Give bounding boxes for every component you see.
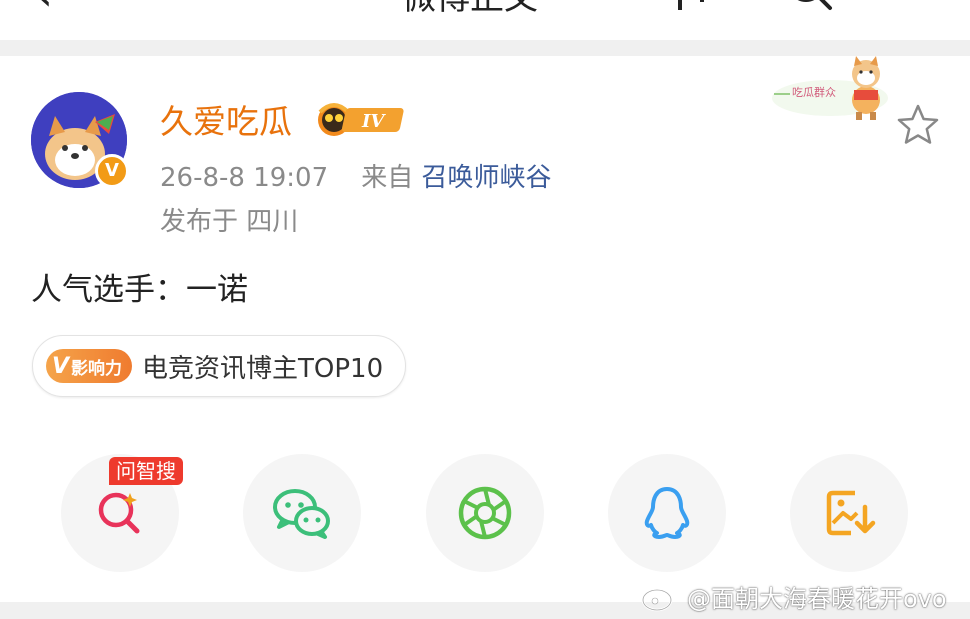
qq-share-button[interactable] — [608, 454, 726, 572]
save-image-button[interactable] — [790, 454, 908, 572]
wechat-share-button[interactable] — [243, 454, 361, 572]
moments-icon — [458, 486, 512, 540]
wechat-icon — [273, 489, 330, 539]
decoration-sticker: 吃瓜群众 — [772, 56, 888, 120]
save-image-icon — [826, 490, 876, 536]
level-badge-icon: IV — [318, 103, 404, 136]
back-arrow-icon[interactable]: ‹ — [34, 0, 53, 18]
post-timestamp: 26-8-8 19:07 — [160, 163, 329, 193]
page-title: 微博正文 — [402, 0, 538, 18]
more-icon[interactable] — [670, 0, 740, 12]
post-source-link[interactable]: 召唤师峡谷 — [421, 163, 551, 193]
top-nav-bar: ‹ 微博正文 — [0, 0, 970, 40]
ask-search-tag: 问智搜 — [109, 457, 183, 485]
influence-chip-label: 影响力 — [71, 358, 123, 379]
watermark-text: @面朝大海春暖花开ovo — [687, 584, 947, 613]
influence-badge[interactable]: V 影响力 电竞资讯博主TOP10 — [32, 335, 407, 397]
favorite-star-icon[interactable] — [896, 103, 940, 145]
source-prefix: 来自 — [361, 163, 414, 193]
influence-title: 电竞资讯博主TOP10 — [142, 353, 384, 384]
weibo-logo-icon — [641, 583, 678, 612]
decoration-text: 吃瓜群众 — [792, 85, 836, 99]
post-text: 人气选手：一诺 — [31, 272, 248, 308]
post-location: 发布于 四川 — [160, 207, 299, 237]
influence-chip: V 影响力 — [46, 349, 133, 383]
qq-icon — [644, 487, 690, 539]
influence-v-icon: V — [52, 353, 70, 379]
ask-search-icon — [98, 492, 140, 534]
watermark: @面朝大海春暖花开ovo — [641, 576, 947, 616]
search-icon[interactable] — [784, 0, 834, 12]
section-divider — [0, 40, 970, 56]
post-meta: 26-8-8 19:07 来自 召唤师峡谷 — [160, 161, 551, 195]
moments-share-button[interactable] — [426, 454, 544, 572]
verified-badge-icon: V — [95, 154, 129, 188]
author-name[interactable]: 久爱吃瓜 — [160, 102, 292, 142]
level-badge-text: IV — [361, 111, 386, 132]
